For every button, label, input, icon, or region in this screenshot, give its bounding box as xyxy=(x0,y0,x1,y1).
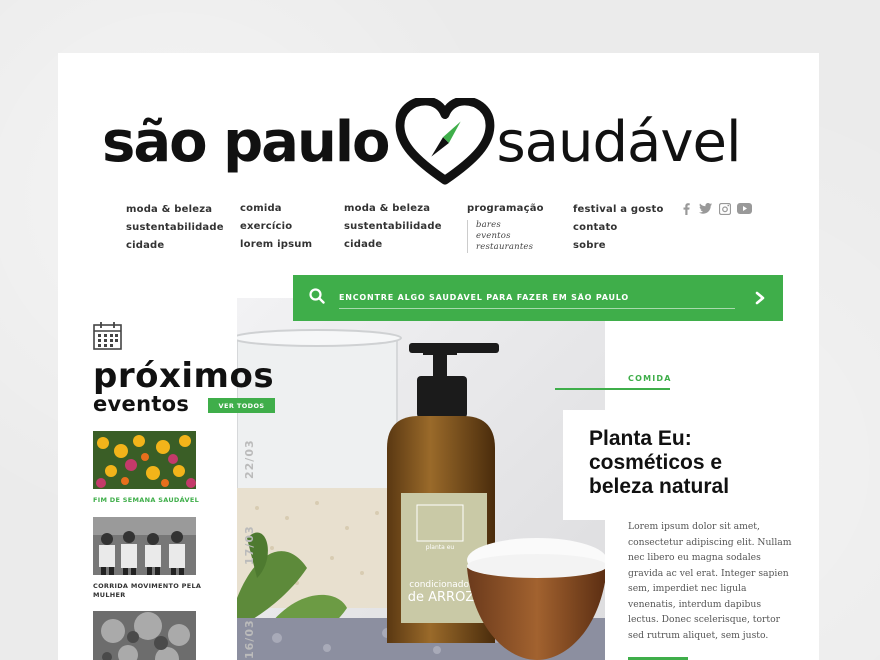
category-divider xyxy=(555,388,670,390)
nav-link-lorem-ipsum[interactable]: lorem ipsum xyxy=(240,238,312,252)
nav-column-5: festival a gosto contato sobre xyxy=(573,203,664,253)
hero-image[interactable]: planta eu condicionador de ARROZ xyxy=(237,298,605,660)
article-title-line-2: cosméticos e xyxy=(589,451,723,474)
article-title-line-1: Planta Eu: xyxy=(589,427,692,450)
nav-link-cidade-2[interactable]: cidade xyxy=(344,238,442,252)
nav-link-contato[interactable]: contato xyxy=(573,221,664,235)
nav-link-cidade[interactable]: cidade xyxy=(126,239,224,253)
event-thumbnail xyxy=(93,611,196,660)
nav-column-1: moda & beleza sustentabilidade cidade xyxy=(126,203,224,253)
bottle-brand-text: planta eu xyxy=(426,544,455,551)
submenu-link-bares[interactable]: bares xyxy=(476,220,544,231)
nav-link-festival[interactable]: festival a gosto xyxy=(573,203,664,217)
event-date: 16/03 xyxy=(243,619,256,659)
logo-text-left: são paulo xyxy=(102,109,390,175)
heart-compass-icon xyxy=(395,98,494,185)
nav-link-comida[interactable]: comida xyxy=(240,202,312,216)
nav-column-4: programação bares eventos restaurantes xyxy=(467,202,544,253)
article-title-card[interactable]: Planta Eu: cosméticos e beleza natural xyxy=(563,410,819,520)
event-thumbnail xyxy=(93,431,196,489)
bottle-line2-text: de ARROZ xyxy=(408,590,475,605)
instagram-icon[interactable] xyxy=(718,202,731,215)
event-item[interactable]: 16/03 xyxy=(93,611,256,660)
event-item[interactable]: 17/03 CORRIDA MOVIMENTO PELA MULHER xyxy=(93,517,256,600)
nav-link-sustentabilidade[interactable]: sustentabilidade xyxy=(126,221,224,235)
facebook-icon[interactable] xyxy=(680,202,693,215)
events-title: próximos xyxy=(93,356,275,396)
social-links xyxy=(680,202,752,215)
search-bar xyxy=(293,275,783,321)
nav-link-moda-beleza[interactable]: moda & beleza xyxy=(126,203,224,217)
nav-link-moda-beleza-2[interactable]: moda & beleza xyxy=(344,202,442,216)
bottle-line1-text: condicionador xyxy=(409,580,473,590)
article-category[interactable]: COMIDA xyxy=(628,374,672,383)
calendar-icon xyxy=(93,321,122,355)
event-title: FIM DE SEMANA SAUDÁVEL xyxy=(93,496,200,504)
article-title-line-3: beleza natural xyxy=(589,475,730,498)
search-icon[interactable] xyxy=(309,287,325,309)
submenu-link-eventos[interactable]: eventos xyxy=(476,231,544,242)
programacao-submenu: bares eventos restaurantes xyxy=(467,220,544,253)
submenu-link-restaurantes[interactable]: restaurantes xyxy=(476,242,544,253)
nav-link-sustentabilidade-2[interactable]: sustentabilidade xyxy=(344,220,442,234)
article-excerpt: Lorem ipsum dolor sit amet, consectetur … xyxy=(628,521,792,641)
logo-text-right: saudável xyxy=(496,109,742,175)
site-logo[interactable]: são paulo saudável xyxy=(102,97,782,187)
product-photo: planta eu condicionador de ARROZ xyxy=(237,298,605,660)
nav-column-2: comida exercício lorem ipsum xyxy=(240,202,312,252)
nav-link-exercicio[interactable]: exercício xyxy=(240,220,312,234)
event-date: 17/03 xyxy=(243,525,256,565)
nav-column-3: moda & beleza sustentabilidade cidade xyxy=(344,202,442,252)
nav-link-sobre[interactable]: sobre xyxy=(573,239,664,253)
twitter-icon[interactable] xyxy=(699,202,712,215)
event-thumbnail xyxy=(93,517,196,575)
search-input[interactable] xyxy=(339,287,735,309)
event-title: CORRIDA MOVIMENTO PELA MULHER xyxy=(93,582,202,599)
see-all-events-button[interactable]: VER TODOS xyxy=(208,398,275,413)
event-item[interactable]: 22/03 FIM DE SEMANA SAUDÁVEL xyxy=(93,431,256,505)
youtube-icon[interactable] xyxy=(737,202,752,215)
events-subtitle: eventos xyxy=(93,392,190,416)
nav-link-programacao[interactable]: programação xyxy=(467,202,544,216)
event-date: 22/03 xyxy=(243,439,256,479)
page-container: são paulo saudável moda & beleza sustent… xyxy=(58,53,819,660)
chevron-right-icon[interactable] xyxy=(751,289,769,307)
